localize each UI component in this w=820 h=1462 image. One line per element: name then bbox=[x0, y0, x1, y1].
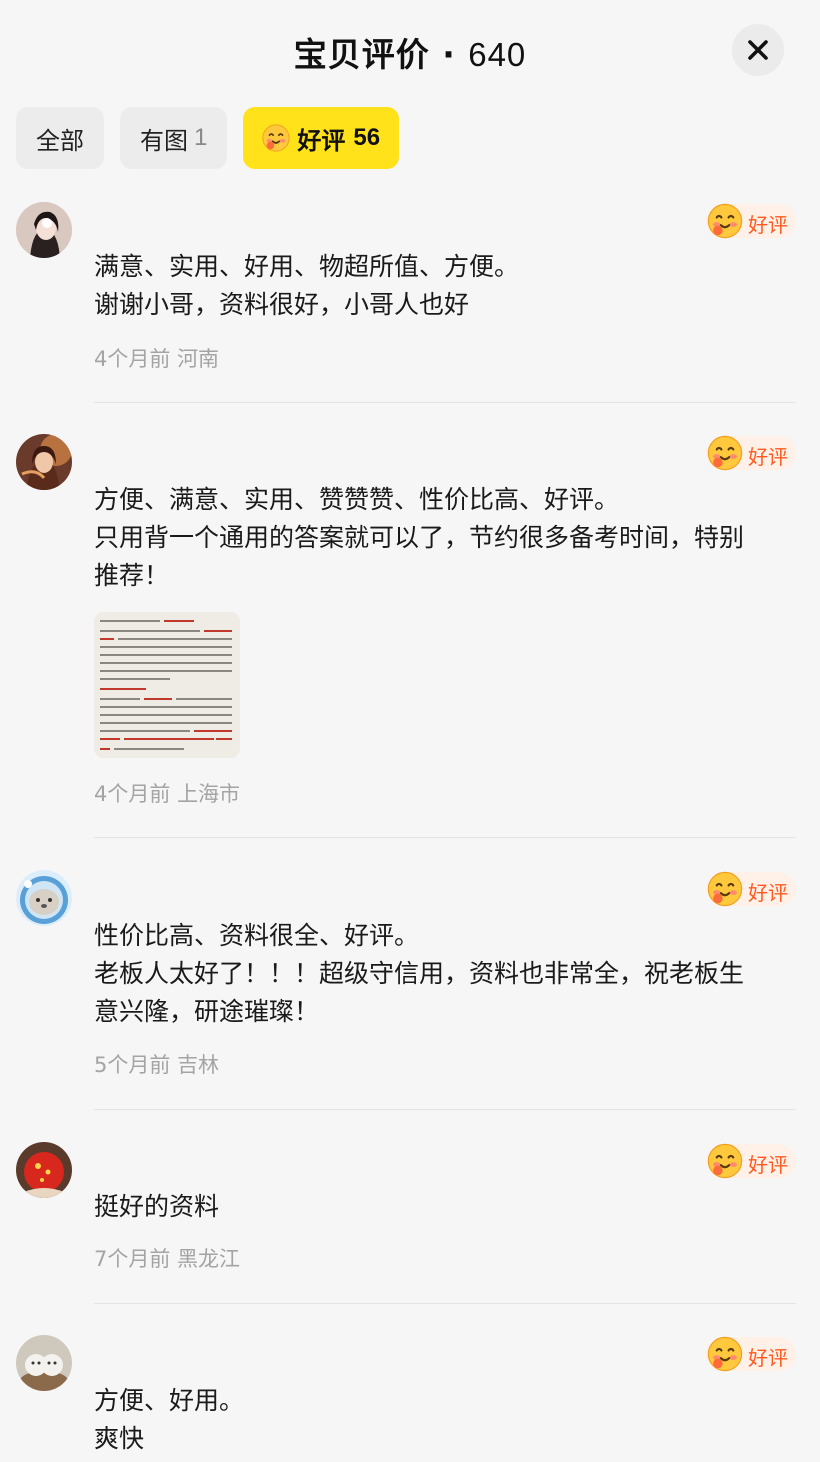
badge-label: 好评 bbox=[748, 445, 788, 469]
review-location: 河南 bbox=[177, 347, 220, 371]
badge-label: 好评 bbox=[748, 213, 788, 237]
positive-badge: 好评 bbox=[706, 1336, 796, 1372]
header: 宝贝评价 · 640 bbox=[0, 0, 820, 100]
title-separator: · bbox=[429, 35, 469, 74]
review-line: 只用背一个通用的答案就可以了，节约很多备考时间，特别 bbox=[94, 523, 745, 552]
badge-label: 好评 bbox=[748, 1346, 788, 1370]
review-text: 性价比高、资料很全、好评。 老板人太好了！！！超级守信用，资料也非常全，祝老板生… bbox=[94, 917, 800, 1031]
document-page-image bbox=[94, 612, 240, 758]
page-title: 宝贝评价 · 640 bbox=[0, 28, 820, 76]
smile-emoji-icon bbox=[262, 124, 290, 152]
filter-positive-label: 好评 bbox=[297, 126, 346, 155]
review-text: 满意、实用、好用、物超所值、方便。 谢谢小哥，资料很好，小哥人也好 bbox=[94, 248, 800, 324]
smile-emoji-icon bbox=[707, 203, 743, 239]
filter-with-image-count: 1 bbox=[194, 124, 208, 151]
review-time: 4个月前 bbox=[94, 347, 171, 371]
title-text: 宝贝评价 bbox=[293, 35, 430, 74]
filter-with-image[interactable]: 有图 1 bbox=[120, 107, 228, 169]
smile-emoji-icon bbox=[707, 1336, 743, 1372]
review-location: 吉林 bbox=[177, 1053, 220, 1077]
review-line: 老板人太好了！！！超级守信用，资料也非常全，祝老板生 bbox=[94, 959, 745, 988]
review-text: 挺好的资料 bbox=[94, 1188, 800, 1226]
review-meta: 4个月前 河南 bbox=[94, 343, 219, 373]
filter-positive-count: 56 bbox=[353, 124, 381, 151]
avatar[interactable] bbox=[16, 1335, 72, 1391]
review-line: 方便、好用。 bbox=[94, 1386, 245, 1415]
avatar[interactable] bbox=[16, 434, 72, 490]
avatar-image bbox=[16, 1335, 72, 1391]
avatar-image bbox=[16, 870, 72, 926]
badge-label: 好评 bbox=[748, 1153, 788, 1177]
filter-with-image-label: 有图 bbox=[140, 126, 188, 155]
review-count: 640 bbox=[468, 36, 527, 73]
close-button[interactable] bbox=[732, 24, 784, 76]
positive-badge: 好评 bbox=[706, 871, 796, 907]
positive-badge: 好评 bbox=[706, 203, 796, 239]
review-line: 谢谢小哥，资料很好，小哥人也好 bbox=[94, 290, 470, 319]
avatar-image bbox=[16, 434, 72, 490]
review-line: 推荐！ bbox=[94, 561, 170, 590]
filter-tabs: 全部 有图 1 好评 56 bbox=[16, 107, 400, 169]
review-meta: 4个月前 上海市 bbox=[94, 778, 240, 808]
filter-positive[interactable]: 好评 56 bbox=[243, 107, 400, 169]
divider bbox=[94, 1109, 796, 1110]
review-time: 5个月前 bbox=[94, 1053, 171, 1077]
review-line: 方便、满意、实用、赞赞赞、性价比高、好评。 bbox=[94, 485, 620, 514]
review-time: 7个月前 bbox=[94, 1247, 171, 1271]
smile-emoji-icon bbox=[707, 435, 743, 471]
review-line: 满意、实用、好用、物超所值、方便。 bbox=[94, 252, 520, 281]
review-location: 上海市 bbox=[177, 782, 241, 806]
review-time: 4个月前 bbox=[94, 782, 171, 806]
filter-all-label: 全部 bbox=[36, 126, 84, 155]
review-line: 意兴隆，研途璀璨！ bbox=[94, 997, 320, 1026]
review-image-thumbnail[interactable] bbox=[94, 612, 240, 758]
review-line: 爽快 bbox=[94, 1424, 145, 1453]
review-text: 方便、好用。 爽快 bbox=[94, 1382, 800, 1458]
avatar[interactable] bbox=[16, 202, 72, 258]
badge-label: 好评 bbox=[748, 881, 788, 905]
review-meta: 5个月前 吉林 bbox=[94, 1049, 219, 1079]
close-icon bbox=[748, 40, 768, 60]
divider bbox=[94, 1303, 796, 1304]
avatar-image bbox=[16, 202, 72, 258]
review-line: 性价比高、资料很全、好评。 bbox=[94, 921, 420, 950]
avatar[interactable] bbox=[16, 870, 72, 926]
review-location: 黑龙江 bbox=[177, 1247, 241, 1271]
review-line: 挺好的资料 bbox=[94, 1192, 220, 1221]
smile-emoji-icon bbox=[707, 1143, 743, 1179]
smile-emoji-icon bbox=[707, 871, 743, 907]
avatar-image bbox=[16, 1142, 72, 1198]
positive-badge: 好评 bbox=[706, 435, 796, 471]
positive-badge: 好评 bbox=[706, 1143, 796, 1179]
divider bbox=[94, 402, 796, 403]
review-text: 方便、满意、实用、赞赞赞、性价比高、好评。 只用背一个通用的答案就可以了，节约很… bbox=[94, 481, 800, 595]
avatar[interactable] bbox=[16, 1142, 72, 1198]
filter-all[interactable]: 全部 bbox=[16, 107, 104, 169]
divider bbox=[94, 837, 796, 838]
review-meta: 7个月前 黑龙江 bbox=[94, 1243, 240, 1273]
